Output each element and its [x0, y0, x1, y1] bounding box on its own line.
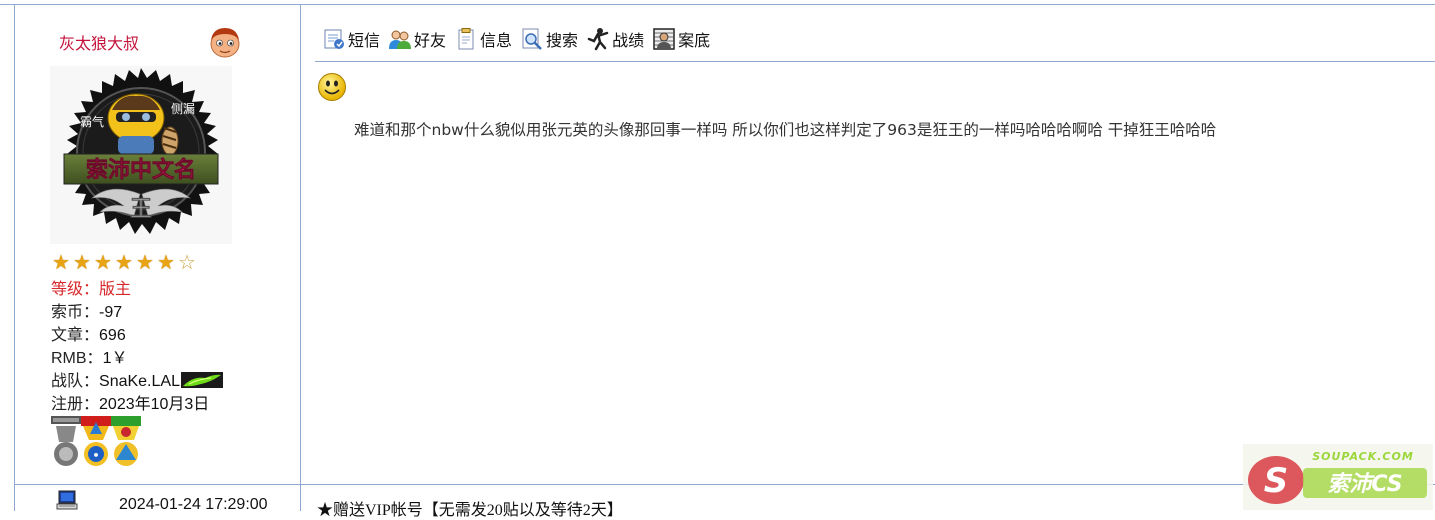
friends-label: 好友	[414, 31, 447, 50]
users-icon	[389, 30, 412, 49]
sms-button[interactable]: 短信	[322, 27, 380, 51]
toolbar-divider	[315, 61, 1435, 62]
team-link[interactable]: SnaKe.LAL	[99, 373, 180, 390]
top-rule	[0, 0, 1435, 5]
post-time: 2024-01-24 17:29:00	[119, 496, 268, 513]
medals-icon: •	[51, 416, 141, 466]
star-filled-icon: ★	[94, 252, 112, 274]
stats-label: 战绩	[612, 31, 645, 50]
star-filled-icon: ★	[115, 252, 133, 274]
watermark-brand: 索沛CS	[1327, 472, 1402, 497]
search-icon	[522, 28, 542, 50]
user-avatar: 霸气 侧漏 索沛中文名 王	[50, 66, 232, 244]
smiley-icon	[318, 73, 346, 101]
rmb-label: RMB：	[51, 350, 103, 367]
posts-value: 696	[99, 327, 126, 344]
stats-button[interactable]: 战绩	[586, 27, 644, 51]
star-filled-icon: ★	[73, 252, 91, 274]
user-registered: 注册：2023年10月3日	[51, 393, 209, 416]
soldier-icon	[587, 28, 609, 51]
svg-text:S: S	[1264, 461, 1289, 501]
star-filled-icon: ★	[136, 252, 154, 274]
team-label: 战队：	[51, 373, 100, 390]
username-link[interactable]: 灰太狼大叔	[59, 30, 139, 54]
star-filled-icon: ★	[157, 252, 175, 274]
star-empty-icon: ☆	[178, 252, 196, 274]
coins-label: 索币：	[51, 304, 100, 321]
mugshot-icon	[653, 28, 675, 50]
avatar-banner-text: 索沛中文名	[86, 157, 196, 183]
document-icon	[458, 28, 474, 50]
user-team: 战队：SnaKe.LAL	[51, 370, 223, 393]
sms-label: 短信	[348, 31, 381, 50]
row-divider	[14, 484, 1435, 485]
avatar-badge-left: 霸气	[80, 114, 104, 129]
user-coins: 索币：-97	[51, 301, 122, 324]
male-user-icon	[210, 28, 240, 58]
posts-label: 文章：	[51, 327, 100, 344]
watermark-site: SOUPACK.COM	[1312, 450, 1414, 463]
info-label: 信息	[480, 31, 513, 50]
level-label: 等级：	[51, 281, 100, 298]
post-toolbar: 短信 好友 信息 搜索 战绩 案底	[322, 24, 718, 54]
rank-stars: ★ ★ ★ ★ ★ ★ ☆	[51, 253, 197, 273]
record-label: 案底	[678, 31, 711, 50]
registered-value: 2023年10月3日	[99, 396, 210, 413]
svg-text:•: •	[92, 449, 99, 462]
record-button[interactable]: 案底	[652, 27, 710, 51]
column-divider	[300, 4, 301, 511]
team-logo-icon	[180, 372, 223, 388]
star-filled-icon: ★	[52, 252, 70, 274]
coins-value: -97	[99, 304, 123, 321]
search-label: 搜索	[546, 31, 579, 50]
avatar-badge-right: 侧漏	[171, 102, 195, 116]
user-rmb: RMB：1￥	[51, 347, 127, 370]
rmb-value: 1￥	[102, 350, 128, 367]
vip-promo-link[interactable]: ★赠送VIP帐号【无需发20贴以及等待2天】	[317, 496, 623, 520]
avatar-emblem-text: 王	[130, 196, 152, 222]
search-button[interactable]: 搜索	[520, 27, 578, 51]
user-level: 等级：版主	[51, 278, 131, 301]
message-icon	[324, 29, 344, 49]
left-border	[14, 4, 15, 511]
registered-label: 注册：	[51, 396, 100, 413]
friends-button[interactable]: 好友	[388, 27, 446, 51]
site-watermark-logo: S SOUPACK.COM 索沛CS	[1243, 444, 1433, 510]
computer-icon	[56, 490, 78, 510]
post-body: 难道和那个nbw什么貌似用张元英的头像那回事一样吗 所以你们也这样判定了963是…	[354, 121, 1217, 139]
user-posts: 文章：696	[51, 324, 126, 347]
level-value: 版主	[99, 281, 132, 298]
info-button[interactable]: 信息	[454, 27, 512, 51]
